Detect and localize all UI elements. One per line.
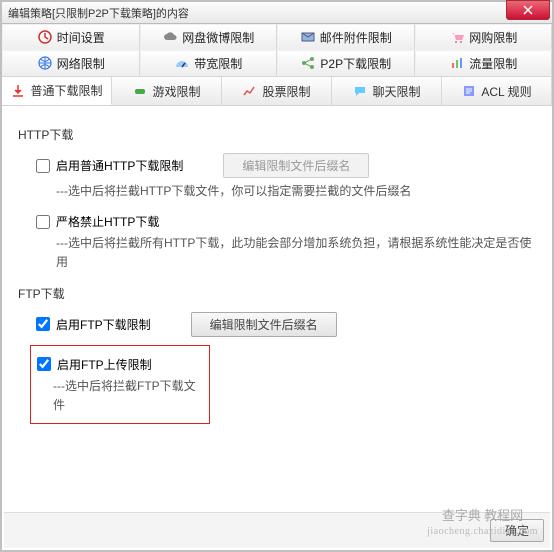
toolbar-netdisk-weibo-limit[interactable]: 网盘微博限制 bbox=[140, 24, 278, 50]
checkbox-strict-http-block[interactable] bbox=[36, 215, 50, 229]
acl-icon bbox=[461, 83, 477, 99]
toolbar-traffic-limit[interactable]: 流量限制 bbox=[415, 50, 553, 76]
toolbar-mail-attachment-limit[interactable]: 邮件附件限制 bbox=[277, 24, 415, 50]
mail-icon bbox=[300, 29, 316, 45]
tab-acl-rules[interactable]: ACL 规则 bbox=[442, 77, 552, 105]
tab-normal-download-limit[interactable]: 普通下载限制 bbox=[2, 77, 112, 105]
bars-icon bbox=[449, 55, 465, 71]
titlebar: 编辑策略[只限制P2P下载策略]的内容 bbox=[2, 2, 552, 24]
watermark: 查字典 教程网 jiaocheng.chazidian.com bbox=[427, 508, 538, 538]
checkbox-enable-ftp-download-limit[interactable] bbox=[36, 317, 50, 331]
http-desc-2: ---选中后将拦截所有HTTP下载，此功能会部分增加系统负担，请根据系统性能决定… bbox=[56, 234, 536, 272]
tab-label: 游戏限制 bbox=[152, 83, 200, 100]
checkbox-enable-http-download-limit[interactable] bbox=[36, 159, 50, 173]
toolbar-label: 时间设置 bbox=[57, 29, 105, 46]
cloud-icon bbox=[162, 29, 178, 45]
ftp-desc: ---选中后将拦截FTP下载文件 bbox=[53, 377, 199, 415]
toolbar-row-1: 时间设置 网盘微博限制 邮件附件限制 网购限制 bbox=[2, 24, 552, 50]
toolbar-shopping-limit[interactable]: 网购限制 bbox=[415, 24, 553, 50]
toolbar-label: 邮件附件限制 bbox=[320, 29, 392, 46]
tab-stock-limit[interactable]: 股票限制 bbox=[222, 77, 332, 105]
tab-game-limit[interactable]: 游戏限制 bbox=[112, 77, 222, 105]
checkbox-enable-ftp-upload-limit[interactable] bbox=[37, 357, 51, 371]
checkbox-label: 启用FTP上传限制 bbox=[57, 356, 152, 373]
highlighted-section: 启用FTP上传限制 ---选中后将拦截FTP下载文件 bbox=[30, 345, 210, 424]
cart-icon bbox=[449, 29, 465, 45]
checkbox-label: 启用普通HTTP下载限制 bbox=[56, 157, 183, 174]
toolbar-network-limit[interactable]: 网络限制 bbox=[2, 50, 140, 76]
toolbar-time-settings[interactable]: 时间设置 bbox=[2, 24, 140, 50]
clock-icon bbox=[37, 29, 53, 45]
ftp-section-title: FTP下载 bbox=[18, 285, 536, 302]
tab-label: ACL 规则 bbox=[481, 83, 531, 100]
window-title: 编辑策略[只限制P2P下载策略]的内容 bbox=[8, 5, 189, 21]
tab-label: 聊天限制 bbox=[372, 83, 420, 100]
gauge-icon bbox=[174, 55, 190, 71]
button-edit-http-suffix[interactable]: 编辑限制文件后缀名 bbox=[223, 153, 369, 178]
toolbar-label: 网盘微博限制 bbox=[182, 29, 254, 46]
content-area: HTTP下载 启用普通HTTP下载限制 编辑限制文件后缀名 ---选中后将拦截H… bbox=[2, 106, 552, 550]
tab-label: 股票限制 bbox=[262, 83, 310, 100]
toolbar-row-2: 网络限制 带宽限制 P2P下载限制 流量限制 bbox=[2, 50, 552, 76]
http-section-title: HTTP下载 bbox=[18, 126, 536, 143]
chat-icon bbox=[352, 83, 368, 99]
stock-icon bbox=[242, 83, 258, 99]
toolbar-label: 带宽限制 bbox=[194, 55, 242, 72]
tab-row: 普通下载限制 游戏限制 股票限制 聊天限制 ACL 规则 bbox=[2, 77, 552, 106]
tab-label: 普通下载限制 bbox=[30, 82, 102, 99]
game-icon bbox=[132, 83, 148, 99]
close-icon bbox=[523, 5, 533, 15]
http-desc-1: ---选中后将拦截HTTP下载文件，你可以指定需要拦截的文件后缀名 bbox=[56, 182, 536, 201]
globe-icon bbox=[37, 55, 53, 71]
button-edit-ftp-suffix[interactable]: 编辑限制文件后缀名 bbox=[191, 312, 337, 337]
toolbar-label: P2P下载限制 bbox=[320, 55, 391, 72]
toolbar-p2p-download-limit[interactable]: P2P下载限制 bbox=[277, 50, 415, 76]
close-button[interactable] bbox=[506, 0, 550, 20]
watermark-url: jiaocheng.chazidian.com bbox=[427, 525, 538, 538]
checkbox-label: 启用FTP下载限制 bbox=[56, 316, 151, 333]
toolbar-label: 网络限制 bbox=[57, 55, 105, 72]
toolbar-bandwidth-limit[interactable]: 带宽限制 bbox=[140, 50, 278, 76]
tab-chat-limit[interactable]: 聊天限制 bbox=[332, 77, 442, 105]
toolbar-label: 网购限制 bbox=[469, 29, 517, 46]
p2p-icon bbox=[300, 55, 316, 71]
checkbox-label: 严格禁止HTTP下载 bbox=[56, 213, 159, 230]
watermark-brand: 查字典 教程网 bbox=[427, 508, 538, 525]
toolbar-label: 流量限制 bbox=[469, 55, 517, 72]
download-icon bbox=[10, 83, 26, 99]
toolbar: 时间设置 网盘微博限制 邮件附件限制 网购限制 网络限制 带宽限制 bbox=[2, 24, 552, 77]
